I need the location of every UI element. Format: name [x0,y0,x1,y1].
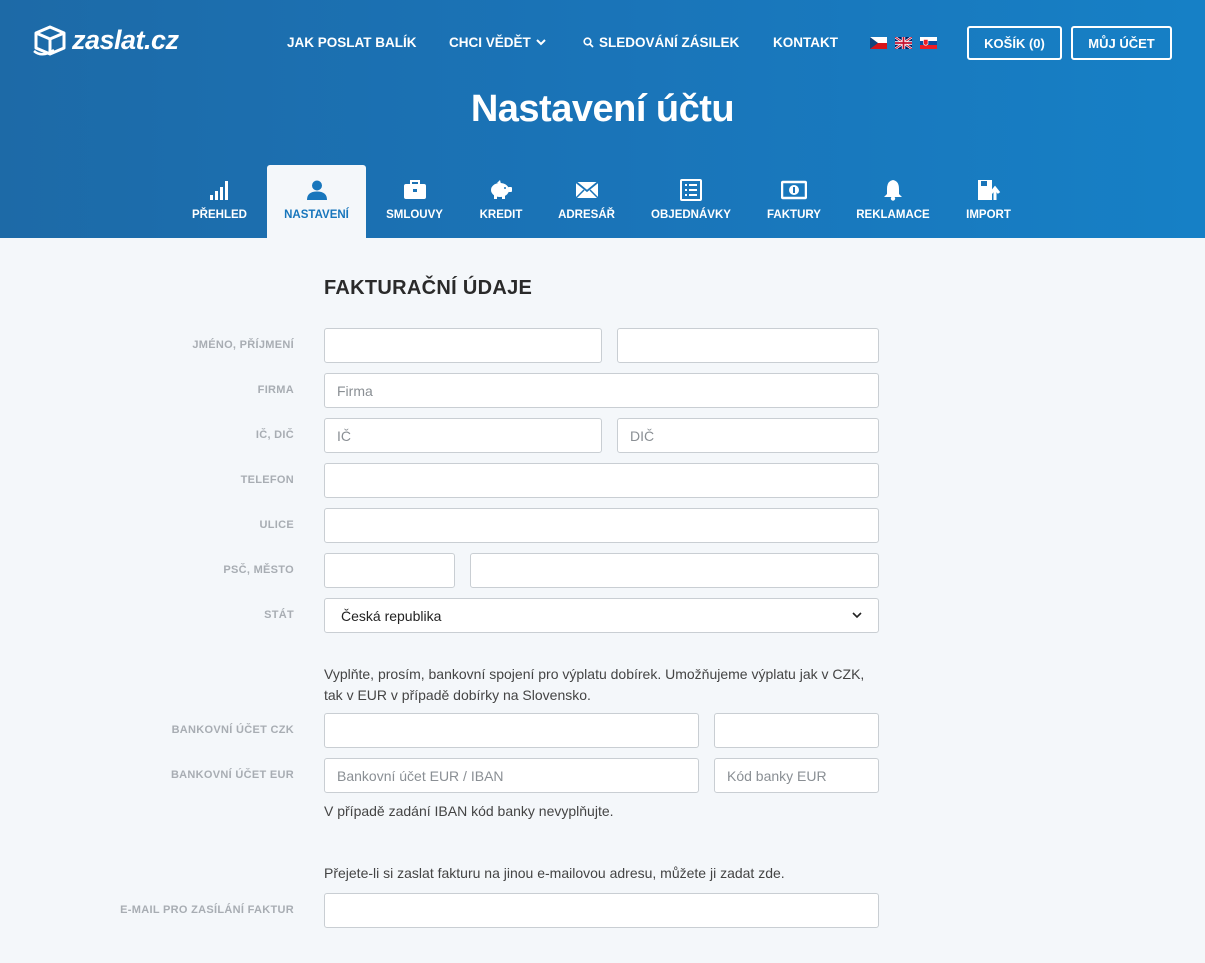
tab-complaints[interactable]: REKLAMACE [840,165,946,238]
envelope-icon [574,181,599,199]
nav-contact[interactable]: KONTAKT [773,35,838,50]
label-company: FIRMA [257,384,294,396]
bank-note: Vyplňte, prosím, bankovní spojení pro vý… [324,666,865,703]
tab-label: SMLOUVY [386,209,443,221]
nav-want-to-know[interactable]: CHCI VĚDĚT [449,35,546,50]
tab-label: KREDIT [479,209,523,221]
bell-icon [884,180,902,201]
nav-how-to-send[interactable]: JAK POSLAT BALÍK [287,35,417,50]
nav-tracking-label: SLEDOVÁNÍ ZÁSILEK [599,35,740,50]
tab-label: OBJEDNÁVKY [651,209,731,221]
tab-address-book[interactable]: ADRESÁŘ [539,165,634,238]
chevron-down-icon [536,39,546,46]
tab-label: PŘEHLED [192,209,247,221]
iban-note: V případě zadání IBAN kód banky nevyplňu… [324,803,614,819]
label-ic-dic: IČ, DIČ [255,429,294,441]
import-icon [977,180,1000,200]
tab-label: ADRESÁŘ [558,209,615,221]
bank-czk-account-input[interactable] [324,713,699,748]
label-name: JMÉNO, PŘÍJMENÍ [192,339,294,351]
header: zaslat.cz JAK POSLAT BALÍK CHCI VĚDĚT SL… [0,0,1205,238]
chevron-down-icon [852,612,862,619]
first-name-input[interactable] [324,328,602,363]
country-select[interactable]: Česká republika [324,598,879,633]
box-logo-icon [33,25,66,56]
cart-button[interactable]: KOŠÍK (0) [967,26,1062,60]
label-country: STÁT [264,609,294,621]
cz-flag-icon[interactable] [870,37,887,49]
label-phone: TELEFON [240,474,294,486]
last-name-input[interactable] [617,328,879,363]
bank-czk-code-input[interactable] [714,713,879,748]
tab-import[interactable]: IMPORT [946,165,1031,238]
bank-eur-account-input[interactable] [324,758,699,793]
city-input[interactable] [470,553,879,588]
phone-input[interactable] [324,463,879,498]
tab-invoices[interactable]: FAKTURY [748,165,840,238]
account-button[interactable]: MŮJ ÚČET [1071,26,1172,60]
page-title: Nastavení účtu [470,88,735,130]
tab-label: REKLAMACE [856,209,930,221]
search-icon [583,37,594,48]
dic-input[interactable] [617,418,879,453]
country-select-value: Česká republika [341,607,442,624]
tab-settings[interactable]: NASTAVENÍ [267,165,366,238]
ic-input[interactable] [324,418,602,453]
street-input[interactable] [324,508,879,543]
tab-credit[interactable]: KREDIT [463,165,539,238]
logo-text: zaslat.cz [72,24,179,55]
label-street: ULICE [259,519,294,531]
briefcase-icon [403,180,426,199]
section-title: FAKTURAČNÍ ÚDAJE [324,277,533,299]
user-icon [306,180,327,200]
bar-chart-icon [209,181,228,200]
logo[interactable]: zaslat.cz [32,24,179,56]
nav-tracking[interactable]: SLEDOVÁNÍ ZÁSILEK [583,35,739,50]
language-switcher [870,37,937,49]
tab-contracts[interactable]: SMLOUVY [366,165,463,238]
company-input[interactable] [324,373,879,408]
invoice-email-input[interactable] [324,893,879,928]
sk-flag-icon[interactable] [920,37,937,49]
uk-flag-icon[interactable] [895,37,912,49]
tab-label: FAKTURY [767,209,821,221]
nav-want-to-know-label: CHCI VĚDĚT [449,35,531,50]
label-invoice-email: E-MAIL PRO ZASÍLÁNÍ FAKTUR [120,904,294,916]
banknote-icon [781,180,807,200]
label-bank-czk: BANKOVNÍ ÚČET CZK [171,724,294,736]
bank-eur-code-input[interactable] [714,758,879,793]
email-note: Přejete-li si zaslat fakturu na jinou e-… [324,865,785,881]
tab-label: IMPORT [966,209,1011,221]
piggy-bank-icon [491,180,512,199]
zip-input[interactable] [324,553,455,588]
tab-label: NASTAVENÍ [284,209,349,221]
tab-orders[interactable]: OBJEDNÁVKY [634,165,748,238]
list-icon [680,179,702,201]
tab-overview[interactable]: PŘEHLED [173,165,266,238]
label-bank-eur: BANKOVNÍ ÚČET EUR [170,769,294,781]
label-zip-city: PSČ, MĚSTO [223,564,294,576]
